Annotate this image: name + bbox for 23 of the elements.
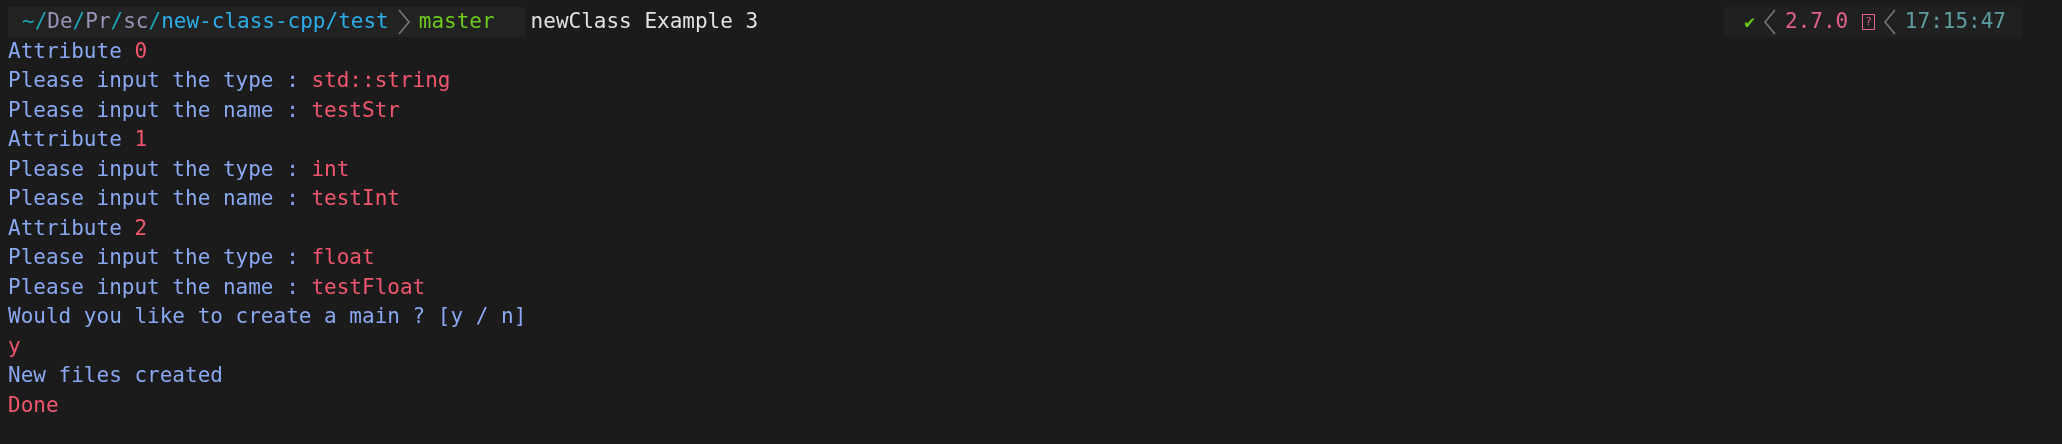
branch-name: master bbox=[418, 8, 495, 35]
chevron-right-icon bbox=[396, 8, 411, 35]
output-line: Would you like to create a main ? [y / n] bbox=[8, 303, 528, 330]
chevron-left-icon bbox=[1882, 8, 1897, 35]
output-line: y bbox=[8, 332, 22, 360]
output-line: Please input the name : testInt bbox=[8, 185, 401, 212]
output-line: Attribute 2 bbox=[8, 214, 149, 242]
chevron-left-icon bbox=[1763, 8, 1777, 35]
version-text: 2.7.0 bbox=[1785, 8, 1849, 35]
missing-glyph: ? bbox=[1862, 13, 1875, 30]
output-line: Please input the name : testFloat bbox=[8, 273, 427, 301]
output-line: Please input the type : int bbox=[8, 155, 351, 183]
command-text: newClass Example 3 bbox=[530, 8, 759, 35]
output-line: Please input the type : float bbox=[8, 244, 376, 271]
status-check: ✔ bbox=[1744, 10, 1755, 34]
output-line: Please input the name : testStr bbox=[8, 96, 401, 124]
output-line: Please input the type : std::string bbox=[8, 67, 452, 94]
output-line: Done bbox=[8, 391, 60, 419]
output-line: New files created bbox=[8, 362, 224, 389]
clock-time: 17:15:47 bbox=[1904, 8, 2006, 35]
output-line: Attribute 0 bbox=[8, 37, 149, 65]
path-text: ~/De/Pr/sc/new-class-cpp/test bbox=[22, 8, 389, 35]
output-line: Attribute 1 bbox=[8, 126, 149, 153]
